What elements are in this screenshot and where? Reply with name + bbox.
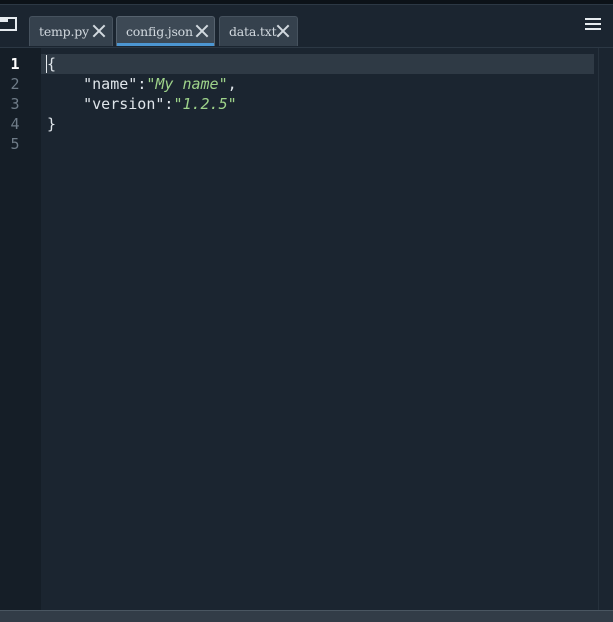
tab-bar: temp.py config.json data.txt <box>0 5 613 47</box>
json-value-version: "1.2.5" <box>173 95 237 113</box>
tab-temp-py[interactable]: temp.py <box>29 16 113 46</box>
json-value-name: "My name" <box>146 75 228 93</box>
code-line-4[interactable]: } <box>47 114 56 134</box>
code-line-2[interactable]: "name":"My name", <box>47 74 237 94</box>
token-brace: } <box>47 115 57 133</box>
close-icon[interactable] <box>92 24 106 38</box>
line-number: 2 <box>10 75 20 93</box>
line-number: 3 <box>10 95 20 113</box>
current-line-highlight <box>41 54 594 74</box>
line-number: 1 <box>10 55 20 73</box>
code-line-3[interactable]: "version":"1.2.5" <box>47 94 237 114</box>
vertical-scrollbar[interactable] <box>598 48 613 611</box>
code-line-1[interactable]: { <box>47 54 56 74</box>
tab-label: temp.py <box>39 24 89 39</box>
code-area[interactable]: { "name":"My name", "version":"1.2.5" } <box>41 48 598 611</box>
sidebar-toggle-icon[interactable] <box>0 17 17 31</box>
close-icon[interactable] <box>195 24 209 38</box>
status-bar <box>0 610 613 622</box>
line-number-gutter: 1 2 3 4 5 <box>0 48 41 611</box>
tab-label: data.txt <box>229 24 277 39</box>
json-key-name: "name" <box>83 75 138 93</box>
token-comma: , <box>227 75 237 93</box>
json-key-version: "version" <box>83 95 165 113</box>
code-editor[interactable]: 1 2 3 4 5 { "name":"My name", "version":… <box>0 47 613 611</box>
close-icon[interactable] <box>276 24 290 38</box>
token-colon: : <box>137 75 147 93</box>
line-number: 4 <box>10 115 20 133</box>
token-brace: { <box>47 55 57 73</box>
tab-data-txt[interactable]: data.txt <box>219 16 298 46</box>
tab-label: config.json <box>126 24 193 39</box>
line-number: 5 <box>10 135 20 153</box>
tab-config-json[interactable]: config.json <box>116 16 215 46</box>
hamburger-menu-icon[interactable] <box>585 18 601 30</box>
